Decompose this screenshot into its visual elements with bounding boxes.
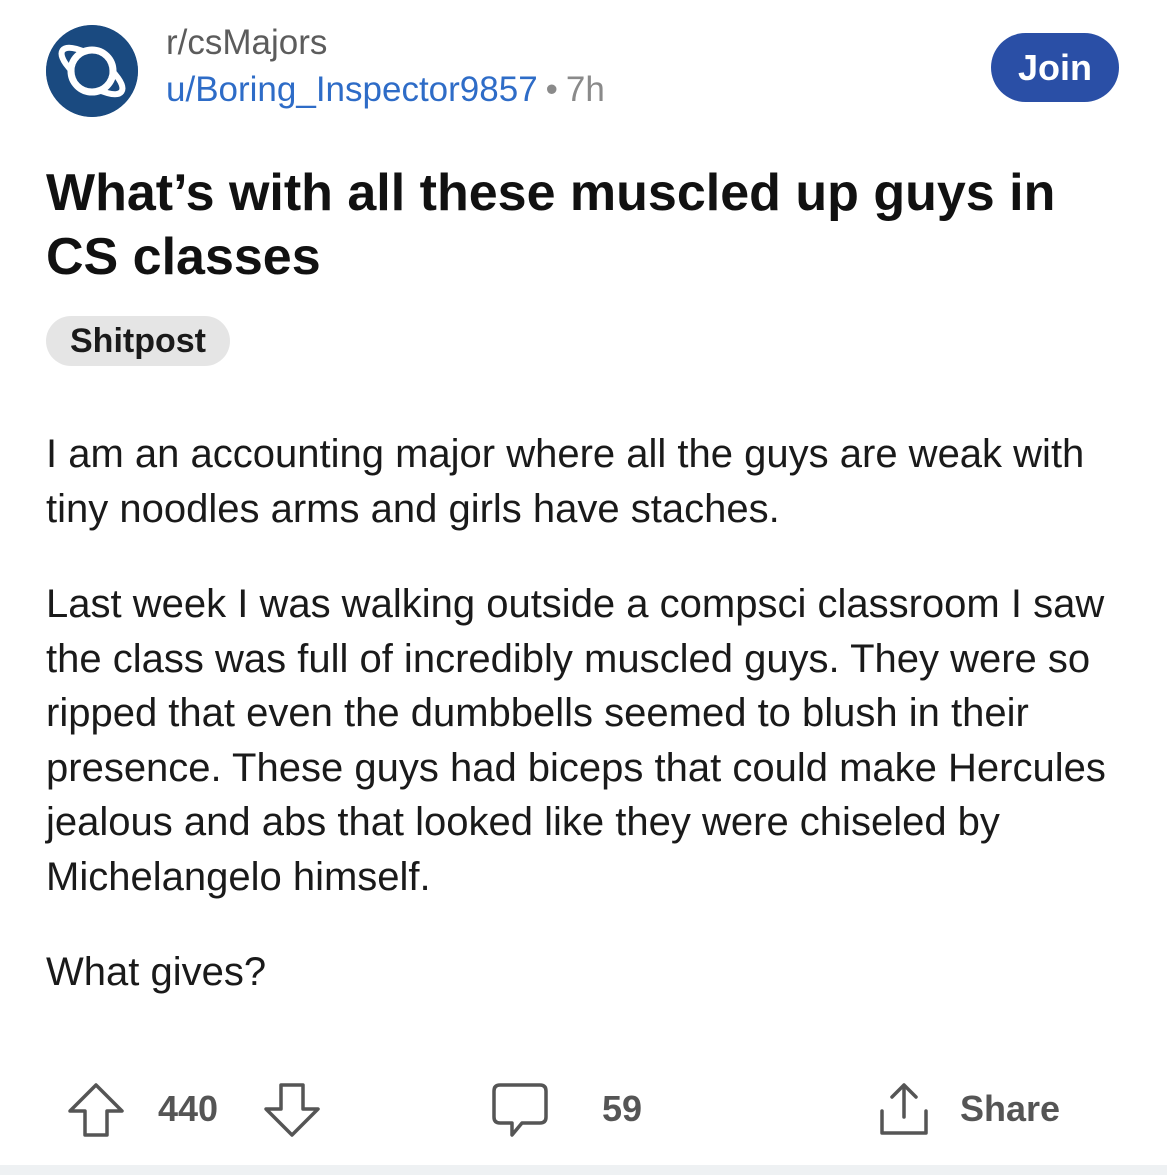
author-row: u/Boring_Inspector9857 • 7h — [166, 68, 605, 112]
post-age: 7h — [565, 70, 605, 109]
share-button[interactable]: Share — [872, 1075, 1060, 1143]
join-button[interactable]: Join — [991, 33, 1119, 102]
meta-separator: • — [545, 70, 558, 109]
feed-divider — [0, 1165, 1167, 1175]
share-icon — [880, 1083, 928, 1135]
post-body: I am an accounting major where all the g… — [46, 427, 1136, 1041]
post-title[interactable]: What’s with all these muscled up guys in… — [46, 161, 1136, 289]
action-bar: 440 59 Share — [0, 1075, 1167, 1143]
planet-icon — [46, 25, 138, 117]
subreddit-name[interactable]: r/csMajors — [166, 22, 605, 64]
post-meta: r/csMajors u/Boring_Inspector9857 • 7h — [166, 22, 605, 112]
downvote-icon — [264, 1083, 320, 1137]
downvote-button[interactable] — [260, 1075, 324, 1143]
comment-count: 59 — [602, 1088, 643, 1129]
comment-icon — [492, 1083, 548, 1137]
upvote-button[interactable] — [64, 1075, 128, 1143]
vote-count: 440 — [158, 1088, 219, 1129]
subreddit-avatar[interactable] — [46, 25, 138, 117]
body-paragraph: Last week I was walking outside a compsc… — [46, 582, 1106, 899]
author-link[interactable]: u/Boring_Inspector9857 — [166, 70, 538, 109]
flair-badge[interactable]: Shitpost — [46, 316, 230, 366]
upvote-icon — [68, 1083, 124, 1137]
post-card: r/csMajors u/Boring_Inspector9857 • 7h Joi… — [0, 0, 1167, 1165]
body-paragraph: I am an accounting major where all the g… — [46, 432, 1085, 531]
share-label: Share — [960, 1088, 1061, 1129]
comment-button[interactable] — [488, 1075, 552, 1143]
body-paragraph: What gives? — [46, 950, 267, 994]
